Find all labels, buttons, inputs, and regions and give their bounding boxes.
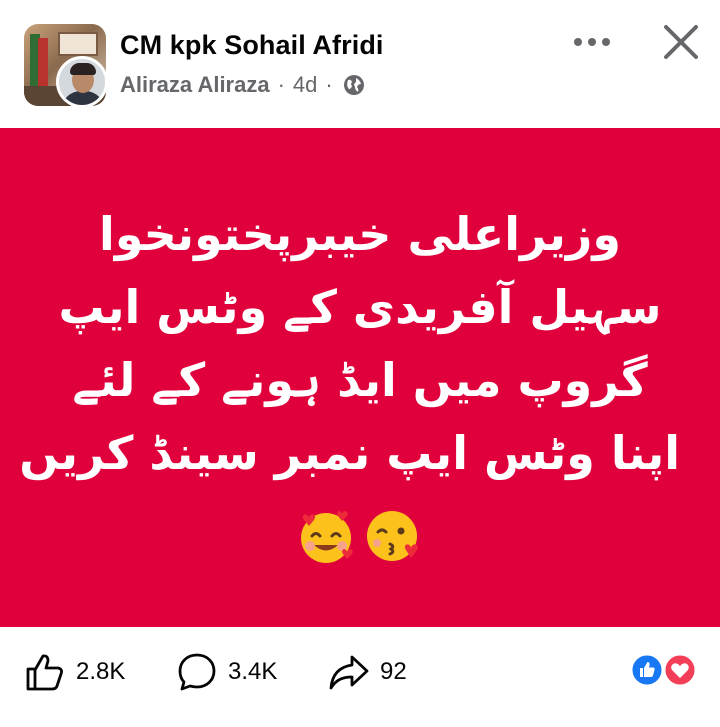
more-horizontal-icon	[574, 38, 610, 46]
reaction-summary[interactable]	[630, 653, 700, 687]
post-text-card: وزیراعلی خیبرپختونخوا سہیل آفریدی کے وٹس…	[0, 128, 720, 627]
separator-dot: ·	[325, 72, 333, 97]
user-avatar[interactable]	[56, 56, 108, 108]
post-header: CM kpk Sohail Afridi Aliraza Aliraza · 4…	[0, 0, 720, 128]
post-footer: 2.8K 3.4K 92	[0, 627, 720, 727]
post-text-line: وزیراعلی خیبرپختونخوا	[99, 207, 621, 261]
thumbs-up-icon	[26, 654, 63, 691]
post-text-line: سہیل آفریدی کے وٹس ایپ	[58, 280, 662, 334]
share-button[interactable]: 92	[328, 651, 407, 693]
post-time[interactable]: 4d	[293, 72, 317, 98]
separator-dot: ·	[277, 72, 285, 97]
comment-count: 3.4K	[228, 658, 278, 685]
share-count: 92	[380, 658, 407, 685]
comment-bubble-icon	[178, 653, 216, 691]
post-text: وزیراعلی خیبرپختونخوا سہیل آفریدی کے وٹس…	[19, 198, 680, 490]
share-arrow-icon	[329, 655, 369, 690]
page-name[interactable]: CM kpk Sohail Afridi	[120, 30, 384, 61]
close-button[interactable]	[656, 20, 706, 64]
comment-button[interactable]: 3.4K	[176, 651, 277, 693]
avatar-group[interactable]	[24, 24, 108, 108]
close-icon	[664, 25, 698, 59]
like-count: 2.8K	[76, 658, 126, 685]
more-options-button[interactable]	[568, 22, 616, 62]
like-button[interactable]: 2.8K	[24, 651, 125, 693]
like-reaction-icon	[630, 653, 664, 687]
emoji-row	[296, 506, 426, 572]
globe-icon	[343, 74, 365, 96]
face-blowing-kiss-emoji	[367, 511, 419, 561]
post-meta: Aliraza Aliraza · 4d ·	[120, 72, 365, 98]
author-name[interactable]: Aliraza Aliraza	[120, 72, 270, 98]
post-text-line: گروپ میں ایڈ ہونے کے لئے	[72, 353, 648, 407]
love-reaction-icon	[663, 653, 697, 687]
smiling-face-with-hearts-emoji	[301, 511, 353, 563]
post-text-line: اپنا وٹس ایپ نمبر سینڈ کریں	[19, 426, 680, 480]
